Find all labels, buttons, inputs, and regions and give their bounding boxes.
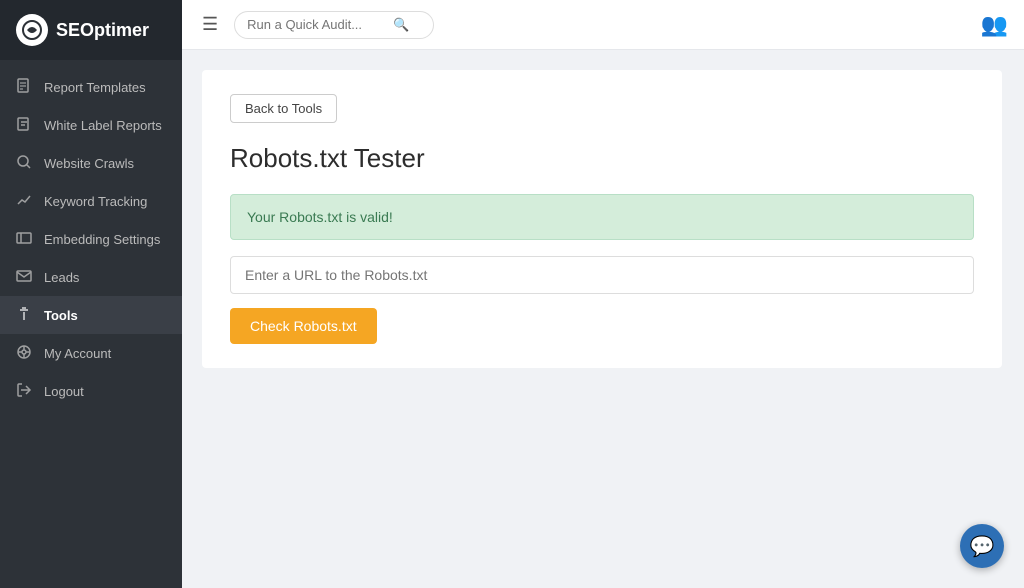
logout-icon — [16, 382, 34, 400]
sidebar-item-label: Keyword Tracking — [44, 194, 147, 209]
back-to-tools-button[interactable]: Back to Tools — [230, 94, 337, 123]
sidebar-item-label: My Account — [44, 346, 111, 361]
tools-icon — [16, 306, 34, 324]
embedding-settings-icon — [16, 230, 34, 248]
topbar: ☰ 🔍 👥 — [182, 0, 1024, 50]
sidebar-item-embedding-settings[interactable]: Embedding Settings — [0, 220, 182, 258]
sidebar-nav: Report Templates White Label Reports Web… — [0, 60, 182, 418]
search-icon: 🔍 — [393, 17, 409, 33]
main-area: ☰ 🔍 👥 Back to Tools Robots.txt Tester Yo… — [182, 0, 1024, 588]
chat-bubble[interactable]: 💬 — [960, 524, 1004, 568]
users-icon[interactable]: 👥 — [981, 12, 1008, 37]
sidebar-item-logout[interactable]: Logout — [0, 372, 182, 410]
url-input[interactable] — [230, 256, 974, 294]
logo-icon — [16, 14, 48, 46]
logo[interactable]: SEOptimer — [0, 0, 182, 60]
page-title: Robots.txt Tester — [230, 143, 974, 174]
website-crawls-icon — [16, 154, 34, 172]
brand-name: SEOptimer — [56, 20, 149, 41]
chat-icon: 💬 — [970, 534, 995, 559]
topbar-right: 👥 — [981, 12, 1008, 38]
sidebar-item-label: Logout — [44, 384, 84, 399]
sidebar-item-label: Website Crawls — [44, 156, 134, 171]
white-label-reports-icon — [16, 116, 34, 134]
sidebar-item-label: White Label Reports — [44, 118, 162, 133]
success-banner: Your Robots.txt is valid! — [230, 194, 974, 240]
sidebar-item-report-templates[interactable]: Report Templates — [0, 68, 182, 106]
search-bar: 🔍 — [234, 11, 434, 39]
leads-icon — [16, 268, 34, 286]
keyword-tracking-icon — [16, 192, 34, 210]
search-input[interactable] — [247, 17, 387, 32]
sidebar-item-leads[interactable]: Leads — [0, 258, 182, 296]
sidebar-item-label: Embedding Settings — [44, 232, 160, 247]
main-card: Back to Tools Robots.txt Tester Your Rob… — [202, 70, 1002, 368]
sidebar-item-website-crawls[interactable]: Website Crawls — [0, 144, 182, 182]
hamburger-button[interactable]: ☰ — [198, 10, 222, 39]
report-templates-icon — [16, 78, 34, 96]
sidebar-item-white-label-reports[interactable]: White Label Reports — [0, 106, 182, 144]
sidebar: SEOptimer Report Templates White Label R… — [0, 0, 182, 588]
sidebar-item-tools[interactable]: Tools — [0, 296, 182, 334]
sidebar-item-label: Tools — [44, 308, 78, 323]
sidebar-item-keyword-tracking[interactable]: Keyword Tracking — [0, 182, 182, 220]
sidebar-item-label: Leads — [44, 270, 79, 285]
my-account-icon — [16, 344, 34, 362]
check-robots-button[interactable]: Check Robots.txt — [230, 308, 377, 344]
sidebar-item-label: Report Templates — [44, 80, 146, 95]
sidebar-item-my-account[interactable]: My Account — [0, 334, 182, 372]
content-area: Back to Tools Robots.txt Tester Your Rob… — [182, 50, 1024, 588]
